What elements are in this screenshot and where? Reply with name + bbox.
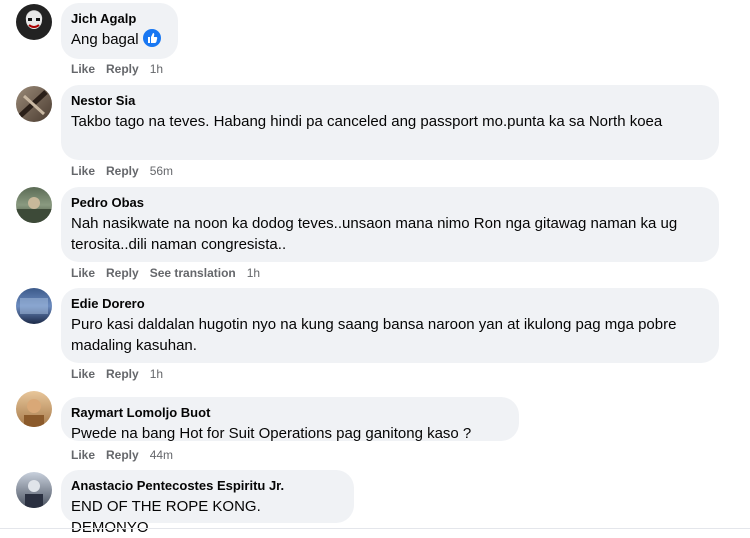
comment-time[interactable]: 1h [247, 266, 260, 280]
like-button[interactable]: Like [71, 448, 95, 462]
comment-text: Ang bagal [71, 29, 166, 50]
like-button[interactable]: Like [71, 164, 95, 178]
comment-text: Nah nasikwate na noon ka dodog teves..un… [71, 215, 678, 253]
comment-actions: Like Reply 56m [71, 163, 173, 179]
comment-time[interactable]: 1h [150, 62, 163, 76]
comment-bubble: Edie Dorero Puro kasi daldalan hugotin n… [61, 288, 719, 363]
comment-bubble: Nestor Sia Takbo tago na teves. Habang h… [61, 85, 719, 160]
avatar[interactable] [16, 4, 52, 40]
comment-author[interactable]: Jich Agalp [71, 10, 166, 27]
comment-text: END OF THE ROPE KONG. DEMONYO [71, 498, 261, 536]
comment-text: Puro kasi daldalan hugotin nyo na kung s… [71, 316, 677, 354]
comment-bubble: Pedro Obas Nah nasikwate na noon ka dodo… [61, 187, 719, 262]
comment-actions: Like Reply See translation 1h [71, 265, 260, 281]
reply-button[interactable]: Reply [106, 266, 139, 280]
comment-bubble: Anastacio Pentecostes Espiritu Jr. END O… [61, 470, 354, 536]
comment-time[interactable]: 56m [150, 164, 173, 178]
comment-bubble: Raymart Lomoljo Buot Pwede na bang Hot f… [61, 397, 519, 442]
comment-text: Pwede na bang Hot for Suit Operations pa… [71, 425, 472, 442]
comment-author[interactable]: Anastacio Pentecostes Espiritu Jr. [71, 477, 342, 494]
comment-time[interactable]: 44m [150, 448, 173, 462]
avatar[interactable] [16, 187, 52, 223]
like-button[interactable]: Like [71, 266, 95, 280]
avatar[interactable] [16, 472, 52, 508]
comment-author[interactable]: Nestor Sia [71, 92, 707, 109]
like-icon[interactable] [142, 29, 161, 47]
comment-time[interactable]: 1h [150, 367, 163, 381]
reply-button[interactable]: Reply [106, 367, 139, 381]
reply-button[interactable]: Reply [106, 164, 139, 178]
comment-author[interactable]: Pedro Obas [71, 194, 707, 211]
comment-bubble: Jich Agalp Ang bagal [61, 3, 178, 59]
comment-text: Takbo tago na teves. Habang hindi pa can… [71, 113, 663, 130]
comment-actions: Like Reply 1h [71, 366, 163, 382]
like-button[interactable]: Like [71, 62, 95, 76]
avatar[interactable] [16, 391, 52, 427]
avatar[interactable] [16, 86, 52, 122]
avatar[interactable] [16, 288, 52, 324]
divider [0, 528, 750, 529]
reply-button[interactable]: Reply [106, 62, 139, 76]
reply-button[interactable]: Reply [106, 448, 139, 462]
comment-actions: Like Reply 44m [71, 447, 173, 463]
comment-author[interactable]: Raymart Lomoljo Buot [71, 404, 507, 421]
see-translation-link[interactable]: See translation [150, 266, 236, 280]
like-button[interactable]: Like [71, 367, 95, 381]
comment-actions: Like Reply 1h [71, 61, 163, 77]
comment-author[interactable]: Edie Dorero [71, 295, 707, 312]
